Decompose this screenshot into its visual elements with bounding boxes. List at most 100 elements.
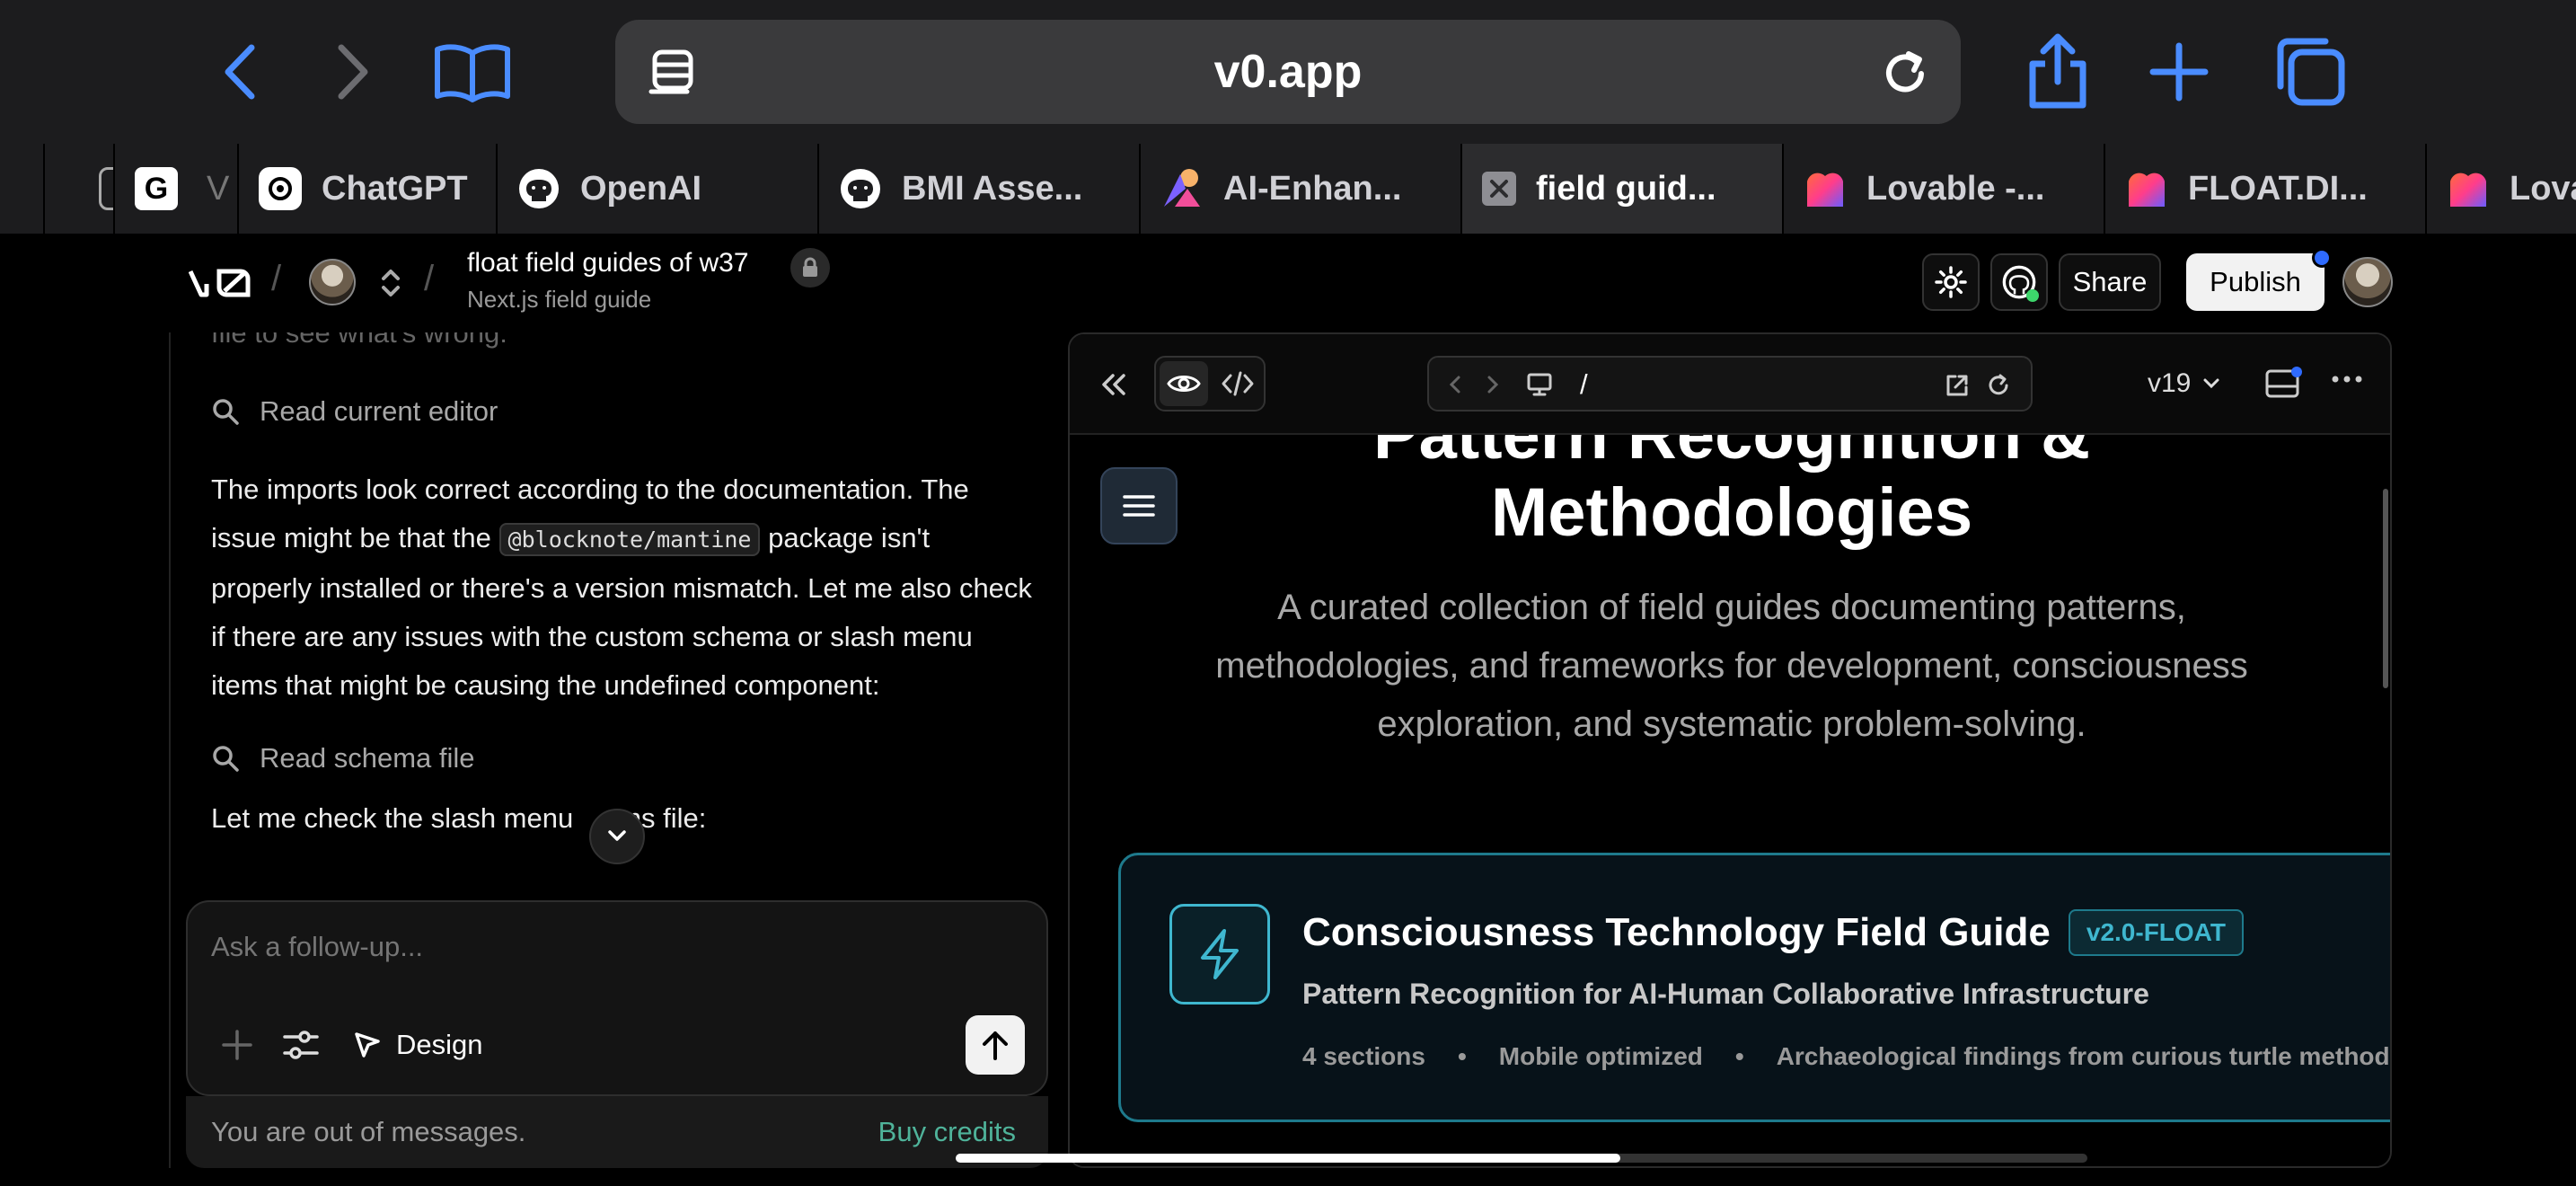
card-meta: 4 sections • Mobile optimized • Archaeol… <box>1302 1042 2392 1071</box>
code-mode-button[interactable] <box>1213 361 1262 406</box>
publish-button[interactable]: Publish <box>2186 253 2325 311</box>
tab-bmi[interactable]: BMI Asse... <box>817 144 1139 234</box>
figma-icon <box>1160 167 1204 210</box>
version-badge: v2.0-FLOAT <box>2068 909 2244 956</box>
tab-g[interactable]: G V <box>113 144 257 234</box>
meta-findings: Archaeological findings from curious tur… <box>1776 1042 2392 1070</box>
view-toggle <box>1154 356 1266 412</box>
inline-code: @blocknote/mantine <box>498 523 761 556</box>
external-link-icon[interactable] <box>1945 373 1970 398</box>
share-page-button[interactable] <box>2017 33 2098 109</box>
meta-separator: • <box>1734 1042 1744 1070</box>
scroll-to-bottom-button[interactable] <box>589 809 645 864</box>
collapse-icon[interactable] <box>1097 368 1129 401</box>
reload-icon[interactable] <box>1878 47 1932 101</box>
follow-up-input[interactable] <box>211 922 1019 972</box>
openai-icon <box>259 167 302 210</box>
tab-field-guide[interactable]: field guid... <box>1460 144 1782 234</box>
buy-credits-link[interactable]: Buy credits <box>878 1116 1016 1148</box>
tool-call-read-schema[interactable]: Read schema file <box>211 742 475 774</box>
tab-strip: G V ChatGPT OpenAI BMI Asse... AI-Enhan.… <box>0 144 2576 234</box>
chevron-left-icon[interactable] <box>1445 374 1465 395</box>
sliders-icon[interactable] <box>281 1026 321 1064</box>
forward-button[interactable] <box>316 36 388 108</box>
user-avatar[interactable] <box>2342 257 2393 307</box>
credits-banner: You are out of messages. Buy credits <box>186 1096 1048 1168</box>
design-mode-button[interactable]: Design <box>351 1024 483 1066</box>
tab-lovable-2[interactable]: Lova <box>2425 144 2576 234</box>
chevron-right-icon[interactable] <box>1483 374 1503 395</box>
cursor-icon <box>355 1032 380 1058</box>
arrow-up-icon <box>983 1031 1008 1060</box>
horizontal-scroll-thumb[interactable] <box>956 1154 1620 1163</box>
field-guide-card[interactable]: Consciousness Technology Field Guide v2.… <box>1118 853 2392 1122</box>
close-icon[interactable] <box>1482 172 1516 206</box>
project-title[interactable]: float field guides of w37 <box>467 248 749 279</box>
meta-mobile: Mobile optimized <box>1498 1042 1703 1070</box>
plus-icon <box>2149 42 2209 102</box>
tab-lovable[interactable]: Lovable -... <box>1782 144 2104 234</box>
url-text: v0.app <box>1213 46 1363 98</box>
lovable-heart-icon <box>2125 167 2168 210</box>
chevron-down-icon <box>608 830 626 841</box>
lovable-heart-icon <box>2447 167 2490 210</box>
notification-dot <box>2291 367 2302 377</box>
chevron-updown-icon[interactable] <box>379 266 402 300</box>
back-button[interactable] <box>205 36 277 108</box>
tab-overview-button[interactable] <box>2271 36 2351 108</box>
status-dot <box>2026 289 2039 302</box>
github-button[interactable] <box>1990 253 2048 311</box>
gear-icon <box>1935 266 1967 298</box>
v0-logo-icon[interactable] <box>189 268 251 298</box>
lock-icon <box>790 248 830 288</box>
chevron-down-icon <box>2203 378 2219 389</box>
eye-icon <box>1167 376 1201 392</box>
preview-mode-button[interactable] <box>1160 361 1208 406</box>
send-button[interactable] <box>966 1015 1025 1075</box>
preview-panel: / v19 Pattern Recognition & Methodologie… <box>1068 332 2392 1168</box>
out-of-messages-text: You are out of messages. <box>211 1116 526 1147</box>
bookmarks-button[interactable] <box>428 36 517 108</box>
share-icon <box>2029 33 2086 109</box>
code-icon <box>1222 371 1254 396</box>
card-title-row: Consciousness Technology Field Guide v2.… <box>1302 906 2244 960</box>
refresh-icon[interactable] <box>1986 373 2011 398</box>
scrollbar[interactable] <box>2383 489 2388 688</box>
page-heading: Pattern Recognition & Methodologies <box>1372 435 2091 551</box>
search-icon <box>213 746 239 772</box>
chevron-right-icon <box>338 44 368 100</box>
app-header: / / float field guides of w37 Next.js fi… <box>171 234 2407 332</box>
page-description: A curated collection of field guides doc… <box>1215 588 2248 744</box>
g-letter-icon: G <box>135 167 178 210</box>
breadcrumb-separator: / <box>424 259 435 298</box>
preview-address-bar: / <box>1427 356 2033 412</box>
lightning-icon <box>1169 904 1270 1005</box>
version-selector[interactable]: v19 <box>2148 361 2221 406</box>
share-button[interactable]: Share <box>2059 253 2161 311</box>
card-subtitle: Pattern Recognition for AI-Human Collabo… <box>1302 978 2149 1010</box>
github-icon <box>839 167 882 210</box>
tab-openai[interactable]: OpenAI <box>496 144 817 234</box>
tab-chatgpt[interactable]: ChatGPT <box>237 144 496 234</box>
menu-button[interactable] <box>1100 467 1178 544</box>
preview-path[interactable]: / <box>1580 368 1588 401</box>
preview-content: Pattern Recognition & Methodologies A cu… <box>1070 435 2392 1166</box>
settings-button[interactable] <box>1922 253 1980 311</box>
tool-call-read-editor[interactable]: Read current editor <box>211 395 498 428</box>
breadcrumb-separator: / <box>271 259 282 298</box>
address-bar[interactable]: v0.app <box>615 20 1961 124</box>
desktop-icon[interactable] <box>1526 372 1553 397</box>
card-title: Consciousness Technology Field Guide <box>1302 910 2051 954</box>
new-tab-button[interactable] <box>2143 36 2215 108</box>
tab-ai-enhanced[interactable]: AI-Enhan... <box>1139 144 1460 234</box>
more-icon[interactable] <box>2331 374 2363 385</box>
chat-partial-line: file to see what's wrong: <box>211 332 507 349</box>
tab-float-di[interactable]: FLOAT.DI... <box>2104 144 2425 234</box>
tab-partial[interactable] <box>43 144 115 234</box>
assistant-message: The imports look correct according to th… <box>211 474 1032 701</box>
tabs-icon <box>2277 38 2345 106</box>
avatar[interactable] <box>309 259 356 305</box>
lovable-heart-icon <box>1804 167 1847 210</box>
meta-sections: 4 sections <box>1302 1042 1425 1070</box>
plus-icon[interactable] <box>220 1028 254 1062</box>
